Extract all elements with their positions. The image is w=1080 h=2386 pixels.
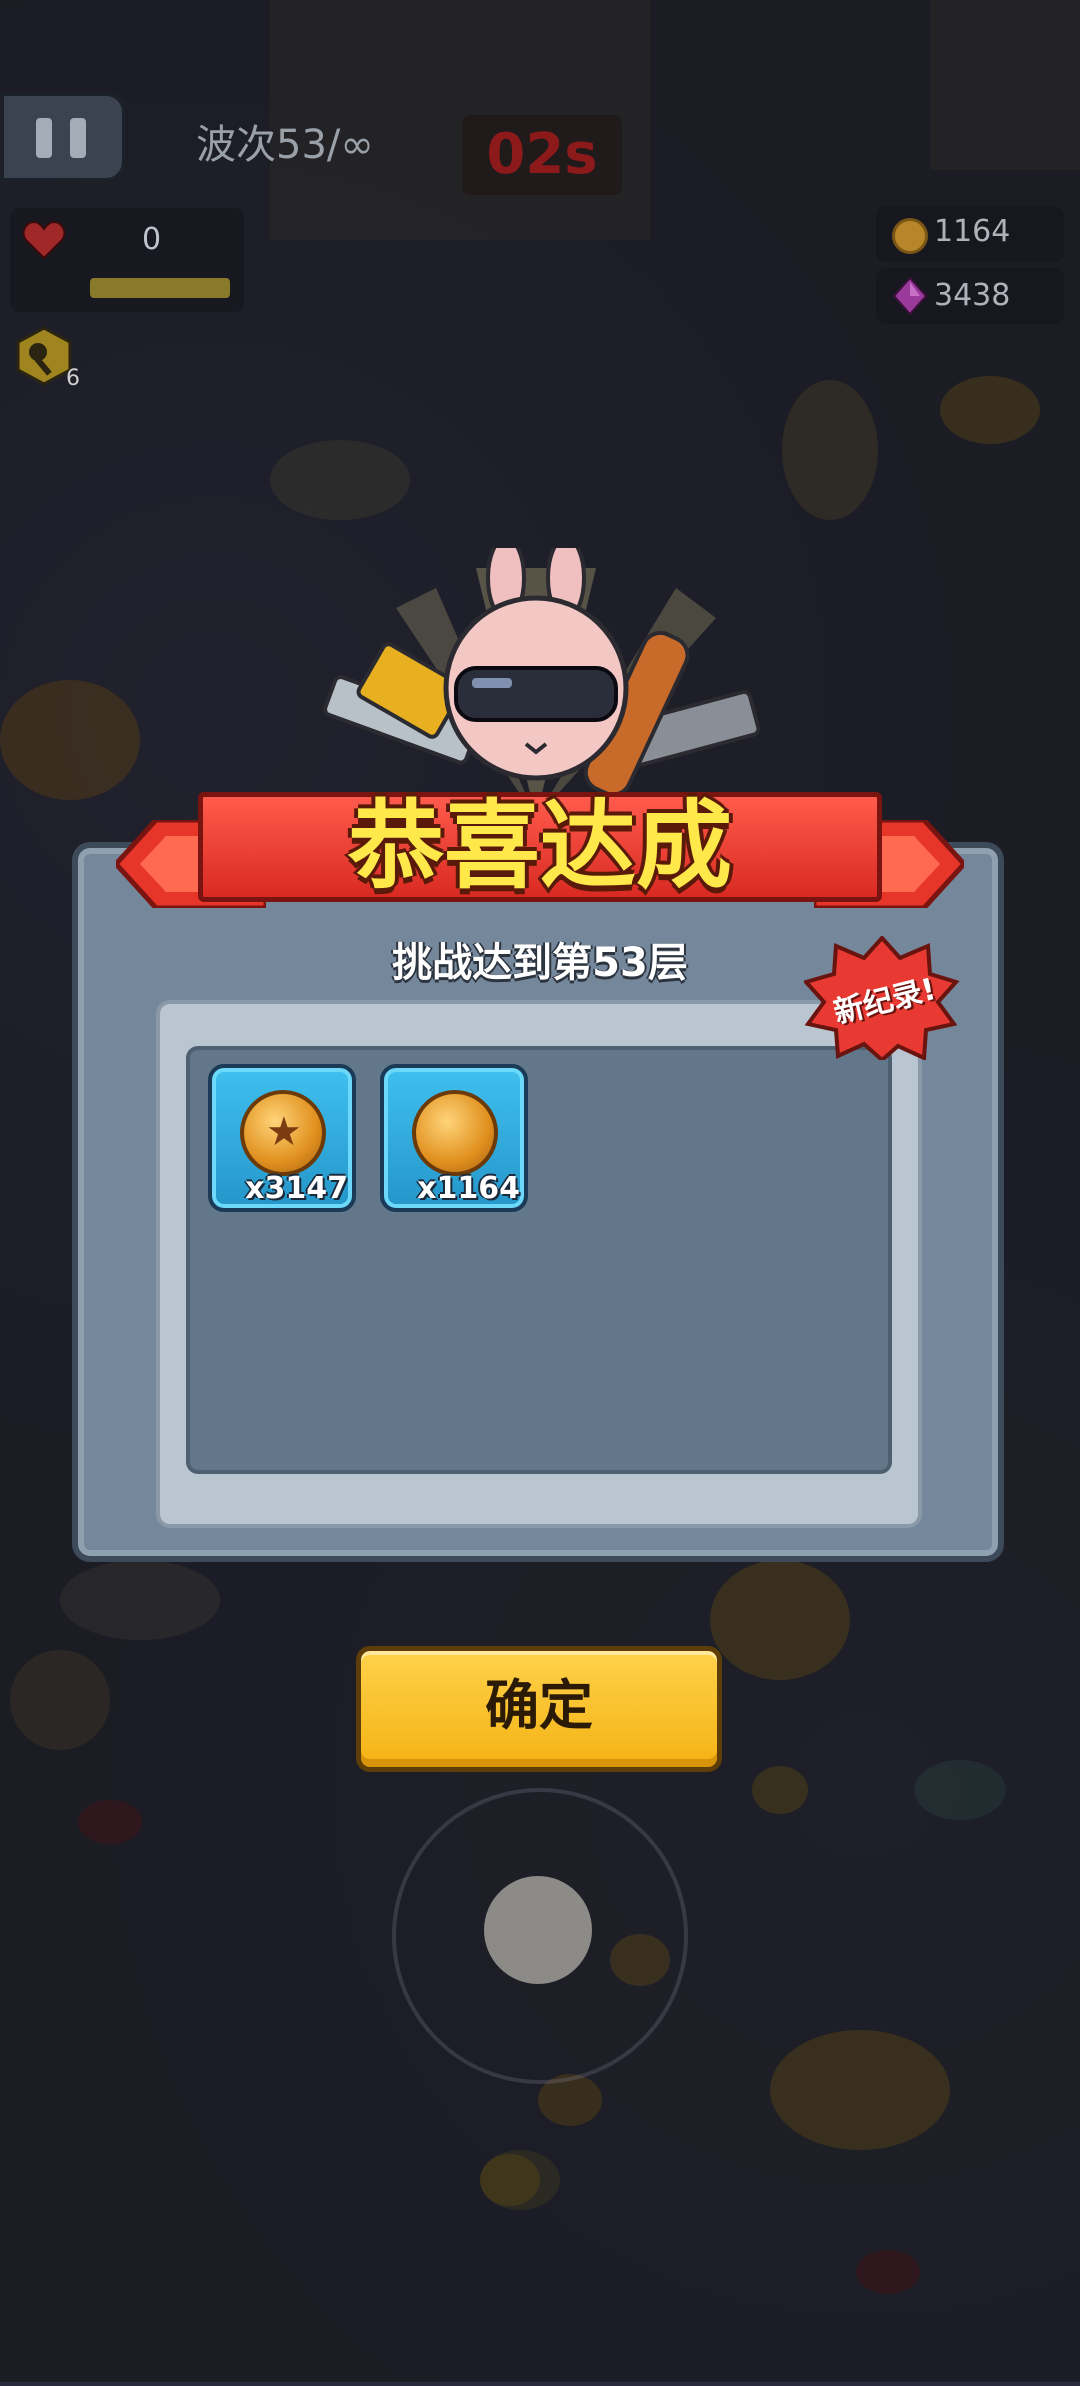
star-coin-icon: ★	[240, 1090, 326, 1176]
confirm-button[interactable]: 确定	[356, 1646, 722, 1772]
joystick-knob[interactable]	[484, 1876, 592, 1984]
heart-icon	[22, 220, 66, 260]
pause-icon-bar	[70, 118, 86, 158]
coin-icon	[892, 218, 928, 254]
reward-item-gold-coin[interactable]: x1164	[380, 1064, 528, 1212]
wave-counter: 波次53/∞	[196, 122, 374, 168]
banner-title: 恭喜达成	[348, 790, 732, 902]
wrench-icon	[16, 326, 72, 386]
hp-value: 0	[142, 222, 162, 257]
reward-quantity: x3147	[245, 1171, 348, 1206]
gem-icon	[892, 276, 928, 316]
pause-button[interactable]	[0, 92, 126, 182]
reward-quantity: x1164	[417, 1171, 520, 1206]
experience-bar	[90, 278, 230, 298]
reward-item-star-coin[interactable]: ★ x3147	[208, 1064, 356, 1212]
key-count: 6	[66, 366, 80, 391]
pause-icon	[36, 118, 52, 158]
star-glyph: ★	[266, 1109, 302, 1155]
gem-value: 3438	[934, 278, 1011, 313]
coin-value: 1164	[934, 214, 1011, 249]
countdown-timer: 02s	[462, 115, 622, 195]
gold-coin-icon	[412, 1090, 498, 1176]
